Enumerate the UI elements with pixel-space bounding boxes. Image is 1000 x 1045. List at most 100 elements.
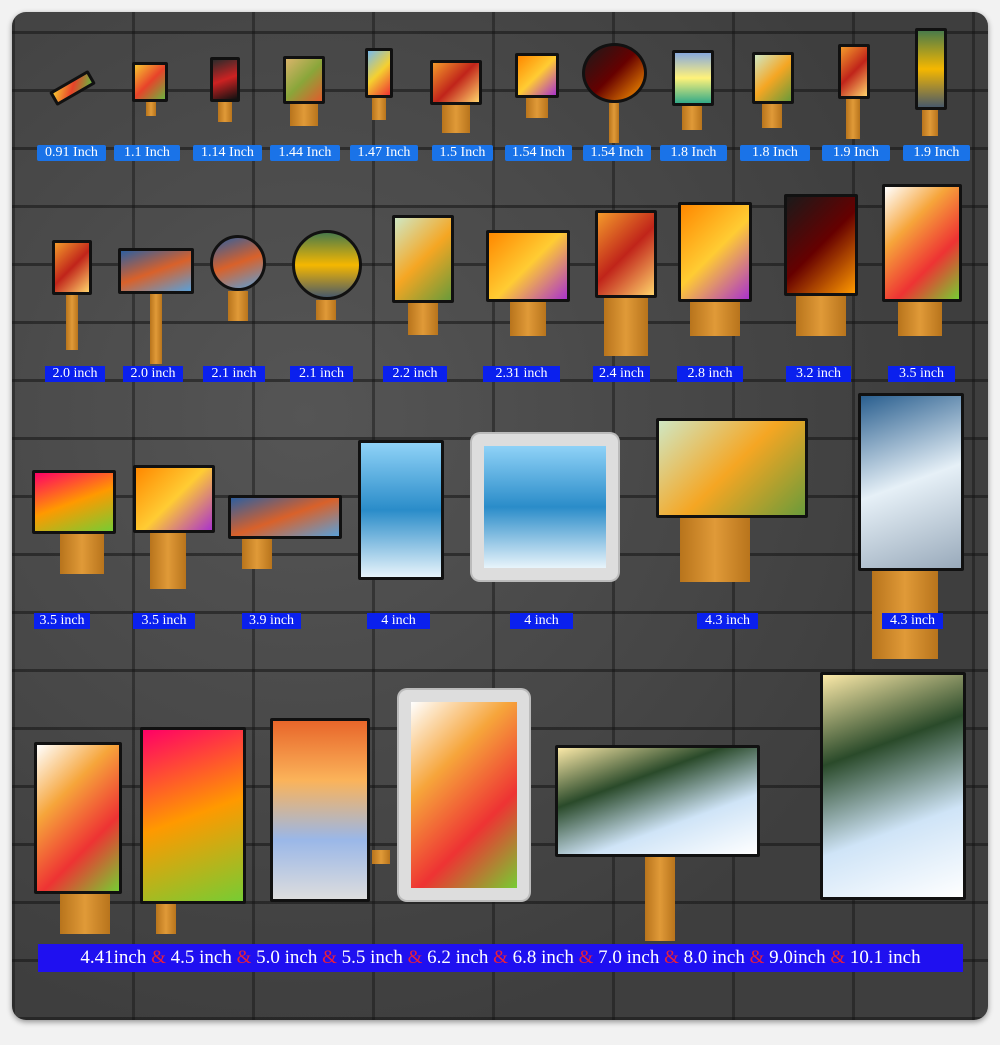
size-label: 10.1 inch bbox=[849, 947, 921, 968]
lcd-display-module bbox=[784, 194, 858, 296]
fpc-cable bbox=[690, 302, 740, 336]
fpc-cable bbox=[604, 298, 648, 356]
separator: & bbox=[573, 947, 599, 968]
fpc-cable bbox=[150, 533, 186, 589]
lcd-display-module bbox=[34, 742, 122, 894]
size-label: 0.91 Inch bbox=[37, 145, 106, 161]
fpc-cable bbox=[228, 291, 248, 321]
separator: & bbox=[488, 947, 513, 968]
size-label: 3.5 inch bbox=[34, 613, 90, 629]
lcd-display-module bbox=[656, 418, 808, 518]
lcd-display-module bbox=[915, 28, 947, 110]
lcd-display-module bbox=[365, 48, 393, 98]
size-label: 3.5 inch bbox=[133, 613, 195, 629]
fpc-cable bbox=[609, 103, 619, 143]
lcd-display-module bbox=[358, 440, 444, 580]
lcd-display-module bbox=[140, 727, 246, 904]
fpc-cable bbox=[316, 300, 336, 320]
size-label: 1.54 Inch bbox=[505, 145, 572, 161]
lcd-display-module bbox=[392, 215, 454, 303]
size-label: 4.3 inch bbox=[697, 613, 758, 629]
lcd-display-module bbox=[210, 235, 266, 291]
lcd-display-module bbox=[595, 210, 657, 298]
lcd-display-module bbox=[228, 495, 342, 539]
size-label: 2.1 inch bbox=[203, 366, 265, 382]
lcd-display-module bbox=[292, 230, 362, 300]
size-label: 1.47 Inch bbox=[350, 145, 418, 161]
lcd-display-module bbox=[882, 184, 962, 302]
lcd-display-module bbox=[270, 718, 370, 902]
separator: & bbox=[402, 947, 428, 968]
lcd-display-module bbox=[133, 465, 215, 533]
separator: & bbox=[317, 947, 342, 968]
lcd-display-module bbox=[486, 230, 570, 302]
large-sizes-banner: 4.41inch & 4.5 inch & 5.0 inch & 5.5 inc… bbox=[38, 944, 963, 972]
lcd-display-module bbox=[132, 62, 168, 102]
lcd-display-module bbox=[858, 393, 964, 571]
size-label: 4.41inch bbox=[80, 947, 147, 968]
fpc-cable bbox=[242, 539, 272, 569]
fpc-cable bbox=[156, 904, 176, 934]
fpc-cable bbox=[146, 102, 156, 116]
size-label: 2.31 inch bbox=[483, 366, 560, 382]
lcd-display-module bbox=[472, 434, 618, 580]
size-label: 2.2 inch bbox=[383, 366, 447, 382]
size-label: 4.5 inch bbox=[170, 947, 232, 968]
fpc-cable bbox=[922, 110, 938, 136]
lcd-display-module bbox=[678, 202, 752, 302]
fpc-cable bbox=[66, 295, 78, 350]
size-label: 1.8 Inch bbox=[740, 145, 810, 161]
fpc-cable bbox=[526, 98, 548, 118]
fpc-cable bbox=[218, 102, 232, 122]
lcd-display-module bbox=[672, 50, 714, 106]
separator: & bbox=[231, 947, 257, 968]
fpc-cable bbox=[290, 104, 318, 126]
lcd-display-module bbox=[283, 56, 325, 104]
fpc-cable bbox=[372, 98, 386, 120]
size-label: 3.5 inch bbox=[888, 366, 955, 382]
lcd-display-module bbox=[555, 745, 760, 857]
size-label: 1.44 Inch bbox=[270, 145, 340, 161]
separator: & bbox=[659, 947, 684, 968]
fpc-cable bbox=[442, 105, 470, 133]
fpc-cable bbox=[645, 857, 675, 941]
lcd-display-module bbox=[752, 52, 794, 104]
size-label: 1.5 Inch bbox=[432, 145, 493, 161]
size-label: 5.0 inch bbox=[256, 947, 318, 968]
lcd-display-module bbox=[820, 672, 966, 900]
lcd-display-module bbox=[52, 240, 92, 295]
fpc-cable bbox=[680, 518, 750, 582]
size-label: 1.54 Inch bbox=[583, 145, 651, 161]
size-label: 9.0inch bbox=[769, 947, 826, 968]
fpc-cable bbox=[898, 302, 942, 336]
size-label: 2.8 inch bbox=[677, 366, 743, 382]
size-label: 6.2 inch bbox=[427, 947, 489, 968]
size-label: 5.5 inch bbox=[341, 947, 403, 968]
fpc-cable bbox=[372, 850, 390, 864]
size-label: 1.9 Inch bbox=[903, 145, 970, 161]
size-label: 1.1 Inch bbox=[114, 145, 180, 161]
lcd-display-module bbox=[399, 690, 529, 900]
size-label: 2.0 inch bbox=[123, 366, 183, 382]
fpc-cable bbox=[408, 303, 438, 335]
size-label: 2.0 inch bbox=[45, 366, 105, 382]
fpc-cable bbox=[682, 106, 702, 130]
size-label: 8.0 inch bbox=[683, 947, 745, 968]
size-label: 3.9 inch bbox=[242, 613, 301, 629]
size-label: 1.9 Inch bbox=[822, 145, 890, 161]
fpc-cable bbox=[762, 104, 782, 128]
size-label: 1.14 Inch bbox=[193, 145, 262, 161]
size-label: 4.3 inch bbox=[882, 613, 943, 629]
size-label: 4 inch bbox=[367, 613, 430, 629]
lcd-display-module bbox=[582, 43, 647, 103]
size-label: 7.0 inch bbox=[598, 947, 660, 968]
lcd-display-module bbox=[430, 60, 482, 105]
lcd-display-module bbox=[515, 53, 559, 98]
fpc-cable bbox=[510, 302, 546, 336]
fpc-cable bbox=[60, 894, 110, 934]
lcd-display-module bbox=[32, 470, 116, 534]
separator: & bbox=[146, 947, 171, 968]
lcd-display-module bbox=[118, 248, 194, 294]
lcd-display-module bbox=[210, 57, 240, 102]
fpc-cable bbox=[60, 534, 104, 574]
